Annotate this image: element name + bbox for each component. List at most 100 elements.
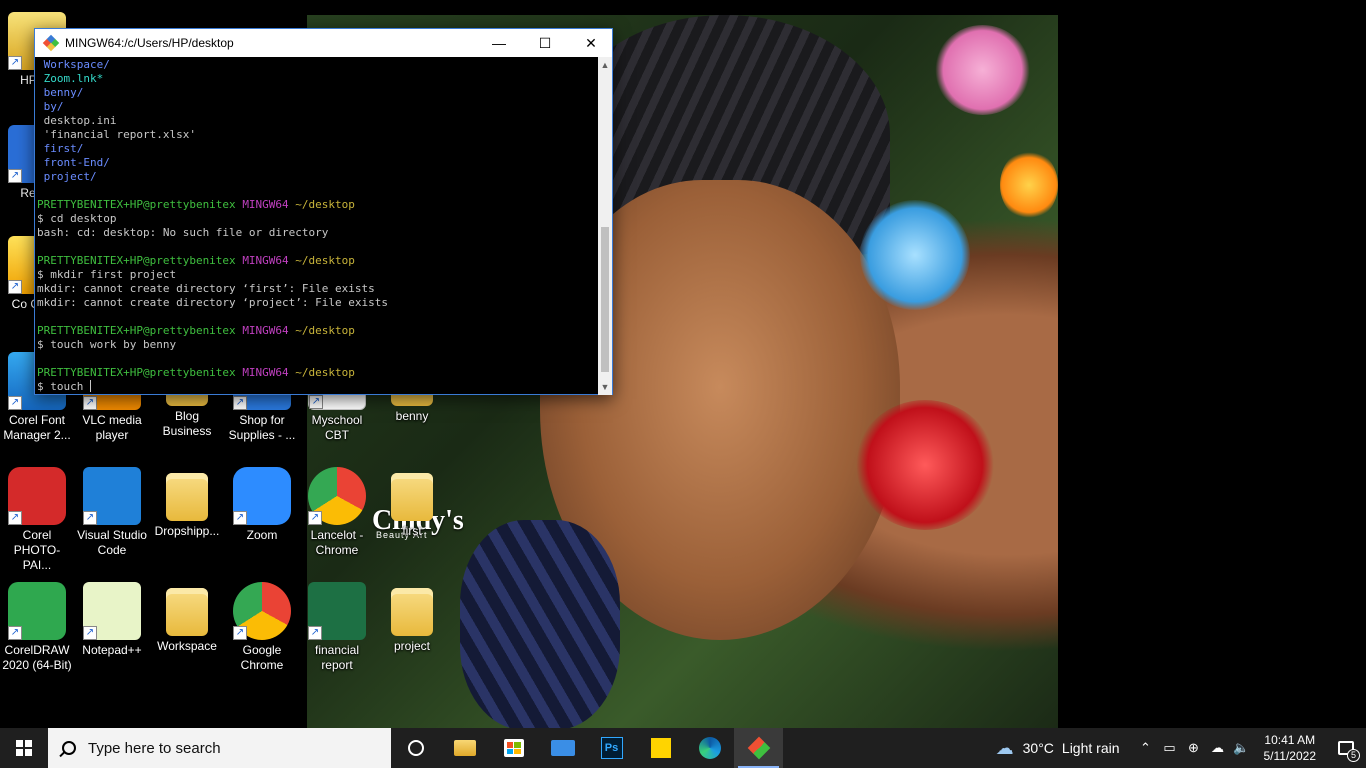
search-icon	[62, 741, 76, 755]
desktop-icon-label: Corel Font Manager 2...	[3, 413, 71, 442]
clock-date: 5/11/2022	[1263, 749, 1317, 763]
sticky-notes-icon	[650, 738, 671, 758]
taskbar-microsoft-store[interactable]	[489, 728, 538, 768]
minimize-button[interactable]: —	[476, 29, 522, 57]
windows-logo-icon	[16, 740, 32, 756]
command-text: $ mkdir first project	[37, 268, 177, 281]
desktop-app-icon: ↗	[233, 467, 291, 525]
prompt-path: ~/desktop	[295, 198, 355, 211]
desktop-icon-label: VLC media player	[82, 413, 142, 442]
prompt-user: PRETTYBENITEX+HP@prettybenitex	[37, 254, 236, 267]
listing-entry: front-End/	[43, 156, 110, 169]
command-text: $ touch work by benny	[37, 338, 177, 351]
weather-cloud-icon[interactable]: ☁	[993, 738, 1017, 759]
terminal-input-line: $ touch	[37, 380, 600, 394]
edge-icon	[698, 737, 721, 759]
battery-icon[interactable]: ▭	[1158, 740, 1182, 756]
desktop-icon[interactable]: ↗ financial report	[300, 582, 374, 673]
terminal-window[interactable]: MINGW64:/c/Users/HP/desktop — ☐ ✕ Worksp…	[34, 28, 613, 395]
terminal-output[interactable]: Workspace/ Zoom.lnk* benny/ by/ desktop.…	[35, 57, 600, 395]
action-center-button[interactable]: 5	[1326, 728, 1366, 768]
mail-icon	[550, 740, 575, 756]
desktop-icon[interactable]: ↗ Google Chrome	[225, 582, 299, 673]
file-explorer-icon	[453, 740, 476, 756]
shortcut-arrow-icon: ↗	[8, 56, 22, 70]
terminal-scrollbar[interactable]: ▲ ▼	[598, 57, 612, 395]
terminal-command-line: $ mkdir first project	[37, 268, 600, 282]
desktop-icon-label: Notepad++	[82, 643, 142, 657]
taskbar-sticky-notes[interactable]	[636, 728, 685, 768]
listing-entry: benny/	[43, 86, 84, 99]
shortcut-arrow-icon: ↗	[8, 511, 22, 525]
terminal-listing-line: 'financial report.xlsx'	[37, 128, 600, 142]
terminal-listing-line: desktop.ini	[37, 114, 600, 128]
notification-count: 5	[1347, 749, 1360, 762]
desktop-app-icon	[391, 473, 433, 521]
taskbar-search-box[interactable]: Type here to search	[48, 728, 391, 768]
desktop-icon[interactable]: first	[375, 467, 449, 539]
chevron-up-icon[interactable]: ⌃	[1134, 740, 1158, 756]
listing-entry: 'financial report.xlsx'	[43, 128, 196, 141]
desktop-icon[interactable]: project	[375, 582, 449, 654]
command-output: mkdir: cannot create directory ‘first’: …	[37, 282, 375, 295]
desktop-icon[interactable]: ↗ Notepad++	[75, 582, 149, 658]
terminal-listing-line: first/	[37, 142, 600, 156]
scroll-up-icon[interactable]: ▲	[598, 57, 612, 73]
desktop-icon[interactable]: Dropshipp...	[150, 467, 224, 539]
terminal-titlebar[interactable]: MINGW64:/c/Users/HP/desktop — ☐ ✕	[35, 29, 612, 57]
taskbar-photoshop[interactable]: Ps	[587, 728, 636, 768]
desktop-icon-label: project	[393, 639, 431, 653]
desktop-app-icon: ↗	[8, 467, 66, 525]
wallpaper-flower-orange	[1000, 150, 1058, 220]
desktop-icon-label: Shop for Supplies - ...	[228, 413, 296, 442]
desktop-icon-label: Workspace	[157, 639, 217, 653]
network-icon[interactable]: ☁	[1206, 740, 1230, 756]
terminal-listing-line: front-End/	[37, 156, 600, 170]
terminal-command-line: $ cd desktop	[37, 212, 600, 226]
taskbar-mail[interactable]	[538, 728, 587, 768]
shortcut-arrow-icon: ↗	[8, 169, 22, 183]
clock[interactable]: 10:41 AM 5/11/2022	[1254, 732, 1327, 764]
taskbar-git-bash[interactable]	[734, 728, 783, 768]
shortcut-arrow-icon: ↗	[233, 626, 247, 640]
task-view-button[interactable]	[391, 728, 440, 768]
desktop-icon[interactable]: ↗ Zoom	[225, 467, 299, 543]
taskbar-file-explorer[interactable]	[440, 728, 489, 768]
desktop-app-icon	[391, 588, 433, 636]
terminal-command-line: $ touch work by benny	[37, 338, 600, 352]
weather-condition[interactable]: Light rain	[1062, 740, 1120, 756]
close-button[interactable]: ✕	[568, 29, 614, 57]
desktop-app-icon: ↗	[83, 582, 141, 640]
desktop-icon[interactable]: Workspace	[150, 582, 224, 654]
weather-temp[interactable]: 30°C	[1023, 740, 1054, 756]
shortcut-arrow-icon: ↗	[8, 396, 22, 410]
volume-icon[interactable]: 🔈	[1230, 740, 1254, 756]
terminal-listing-line: by/	[37, 100, 600, 114]
shortcut-arrow-icon: ↗	[83, 626, 97, 640]
shortcut-arrow-icon: ↗	[83, 396, 97, 410]
listing-entry: first/	[43, 142, 84, 155]
start-button[interactable]	[0, 728, 48, 768]
terminal-listing-line: benny/	[37, 86, 600, 100]
taskbar-edge[interactable]	[685, 728, 734, 768]
language-globe-icon[interactable]: ⊕	[1182, 740, 1206, 756]
terminal-listing-line: Zoom.lnk*	[37, 72, 600, 86]
desktop-icon[interactable]: ↗ CorelDRAW 2020 (64-Bit)	[0, 582, 74, 673]
desktop-app-icon: ↗	[233, 582, 291, 640]
prompt-user: PRETTYBENITEX+HP@prettybenitex	[37, 366, 236, 379]
desktop-icon[interactable]: ↗ Visual Studio Code	[75, 467, 149, 558]
prompt-user: PRETTYBENITEX+HP@prettybenitex	[37, 198, 236, 211]
listing-entry: Zoom.lnk*	[43, 72, 104, 85]
terminal-prompt-line: PRETTYBENITEX+HP@prettybenitex MINGW64 ~…	[37, 198, 600, 212]
wallpaper-flower-blue	[860, 200, 970, 310]
desktop-icon[interactable]: ↗ Lancelot - Chrome	[300, 467, 374, 558]
shortcut-arrow-icon: ↗	[8, 280, 22, 294]
desktop-icon[interactable]: ↗ Corel PHOTO-PAI...	[0, 467, 74, 573]
maximize-button[interactable]: ☐	[522, 29, 568, 57]
scroll-thumb[interactable]	[601, 227, 609, 372]
scroll-down-icon[interactable]: ▼	[598, 379, 612, 395]
terminal-prompt-line: PRETTYBENITEX+HP@prettybenitex MINGW64 ~…	[37, 366, 600, 380]
terminal-title: MINGW64:/c/Users/HP/desktop	[65, 36, 234, 50]
